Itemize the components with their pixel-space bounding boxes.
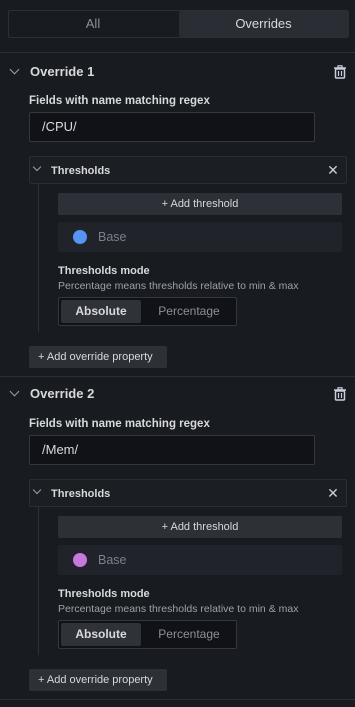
override-divider <box>0 699 355 700</box>
add-threshold-button[interactable]: + Add threshold <box>58 516 342 538</box>
base-threshold-row: Base <box>58 222 342 252</box>
thresholds-mode-title: Thresholds mode <box>58 265 150 277</box>
base-label: Base <box>98 553 127 567</box>
threshold-color-picker[interactable] <box>73 230 87 244</box>
property-guide-line <box>38 184 39 332</box>
mode-absolute[interactable]: Absolute <box>61 623 141 646</box>
chevron-down-icon[interactable] <box>32 485 42 495</box>
override-1-header[interactable]: Override 1 <box>0 55 355 89</box>
mode-percentage[interactable]: Percentage <box>143 623 235 646</box>
chevron-down-icon[interactable] <box>9 64 20 75</box>
mode-percentage[interactable]: Percentage <box>143 300 235 323</box>
options-tab-bar: All Overrides <box>0 0 355 53</box>
property-guide-line <box>38 507 39 655</box>
override-2-header[interactable]: Override 2 <box>0 377 355 411</box>
property-header[interactable]: Thresholds ✕ <box>29 156 347 184</box>
matcher-input[interactable]: /CPU/ <box>29 112 315 142</box>
override-title: Override 2 <box>30 386 95 401</box>
thresholds-mode-radio: Absolute Percentage <box>58 297 237 326</box>
thresholds-mode-description: Percentage means thresholds relative to … <box>58 603 299 615</box>
base-label: Base <box>98 230 127 244</box>
matcher-label: Fields with name matching regex <box>29 95 210 107</box>
tab-overrides[interactable]: Overrides <box>179 11 348 37</box>
thresholds-mode-title: Thresholds mode <box>58 588 150 600</box>
close-icon[interactable]: ✕ <box>326 163 340 177</box>
override-title: Override 1 <box>30 64 95 79</box>
property-title: Thresholds <box>51 165 111 177</box>
close-icon[interactable]: ✕ <box>326 486 340 500</box>
thresholds-mode-radio: Absolute Percentage <box>58 620 237 649</box>
chevron-down-icon[interactable] <box>9 386 20 397</box>
trash-icon[interactable] <box>332 64 348 80</box>
trash-icon[interactable] <box>332 386 348 402</box>
property-title: Thresholds <box>51 488 111 500</box>
tab-group: All Overrides <box>8 10 349 38</box>
mode-absolute[interactable]: Absolute <box>61 300 141 323</box>
matcher-label: Fields with name matching regex <box>29 418 210 430</box>
property-header[interactable]: Thresholds ✕ <box>29 479 347 507</box>
base-threshold-row: Base <box>58 545 342 575</box>
matcher-input[interactable]: /Mem/ <box>29 435 315 465</box>
add-override-property-button[interactable]: + Add override property <box>29 346 167 368</box>
chevron-down-icon[interactable] <box>32 162 42 172</box>
tab-all[interactable]: All <box>9 11 177 37</box>
thresholds-mode-description: Percentage means thresholds relative to … <box>58 280 299 292</box>
add-override-property-button[interactable]: + Add override property <box>29 669 167 691</box>
add-threshold-button[interactable]: + Add threshold <box>58 193 342 215</box>
threshold-color-picker[interactable] <box>73 553 87 567</box>
